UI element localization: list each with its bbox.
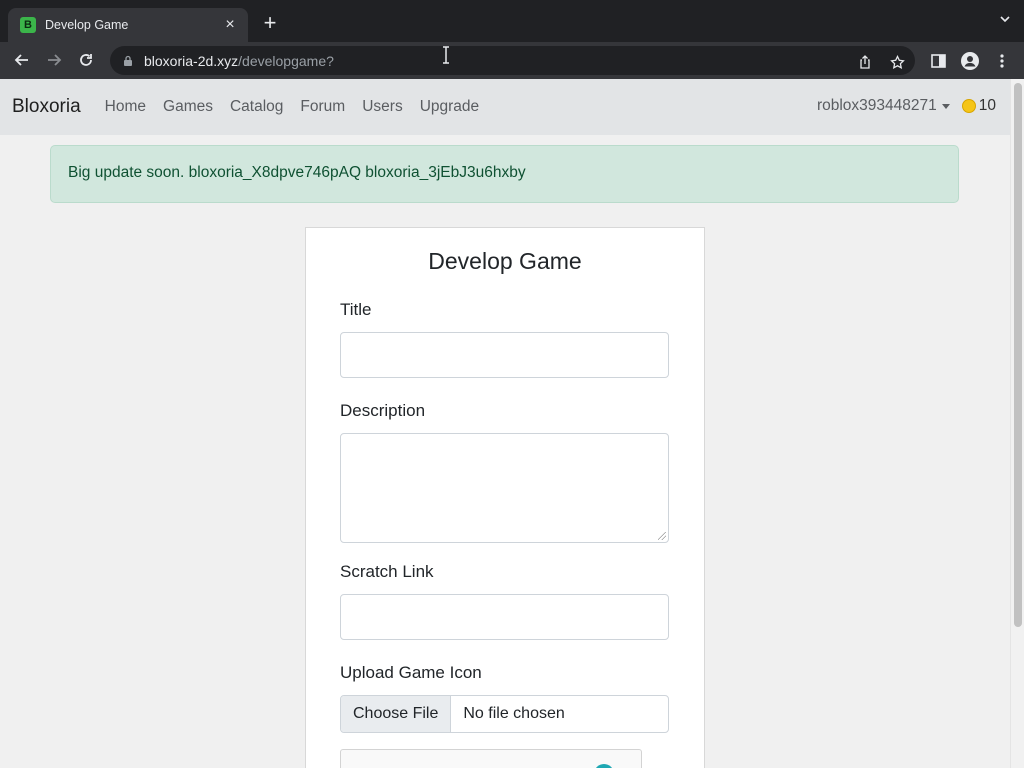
coin-icon <box>961 99 976 113</box>
caret-down-icon <box>941 103 950 109</box>
upload-icon-label: Upload Game Icon <box>340 663 482 682</box>
browser-toolbar: bloxoria-2d.xyz/developgame? <box>0 42 1024 79</box>
captcha-logo-icon <box>596 764 612 768</box>
new-tab-icon[interactable]: + <box>258 12 282 34</box>
user-menu[interactable]: roblox393448271 10 <box>817 97 996 115</box>
resize-handle-icon[interactable] <box>658 532 666 540</box>
lock-icon <box>124 55 132 66</box>
nav-link-upgrade[interactable]: Upgrade <box>420 98 479 116</box>
develop-game-form: Develop Game Title Description Scratch L… <box>305 227 705 768</box>
brand-link[interactable]: Bloxoria <box>12 96 81 118</box>
form-title: Develop Game <box>428 248 582 274</box>
share-icon[interactable] <box>856 54 874 70</box>
title-label: Title <box>340 300 372 319</box>
favicon-icon: B <box>20 17 36 33</box>
scratch-link-input[interactable] <box>340 594 669 640</box>
nav-link-home[interactable]: Home <box>105 98 146 116</box>
page-scrollbar[interactable] <box>1010 79 1024 768</box>
nav-link-catalog[interactable]: Catalog <box>230 98 283 116</box>
side-panel-icon[interactable] <box>928 51 948 71</box>
nav-link-users[interactable]: Users <box>362 98 402 116</box>
browser-tab[interactable]: B Develop Game × <box>8 8 248 42</box>
nav-link-forum[interactable]: Forum <box>300 98 345 116</box>
file-status: No file chosen <box>463 705 565 722</box>
nav-link-games[interactable]: Games <box>163 98 213 116</box>
address-bar[interactable]: bloxoria-2d.xyz/developgame? <box>110 46 915 75</box>
captcha-widget[interactable] <box>340 749 642 768</box>
description-label: Description <box>340 401 426 420</box>
url-host: bloxoria-2d.xyz <box>144 52 239 69</box>
scrollbar-thumb[interactable] <box>1014 83 1022 627</box>
forward-arrow-icon[interactable] <box>42 49 66 71</box>
star-icon[interactable] <box>888 54 906 70</box>
chevron-down-icon[interactable] <box>1000 14 1010 24</box>
alert-text: Big update soon. bloxoria_X8dpve746pAQ b… <box>68 164 526 181</box>
site-navbar: Bloxoria Home Games Catalog Forum Users … <box>0 79 1010 135</box>
description-textarea[interactable] <box>340 433 669 543</box>
announcement-alert: Big update soon. bloxoria_X8dpve746pAQ b… <box>50 145 959 203</box>
menu-dots-icon[interactable] <box>992 51 1012 71</box>
close-tab-icon[interactable]: × <box>222 16 238 34</box>
text-cursor-icon <box>443 46 449 64</box>
back-arrow-icon[interactable] <box>10 49 34 71</box>
choose-file-button[interactable]: Choose File <box>341 696 452 732</box>
profile-icon[interactable] <box>960 51 980 71</box>
reload-icon[interactable] <box>74 49 98 71</box>
username-dropdown[interactable]: roblox393448271 <box>817 97 937 115</box>
game-icon-file-input[interactable]: Choose File No file chosen <box>340 695 669 733</box>
scratch-link-label: Scratch Link <box>340 562 434 581</box>
browser-tab-bar: B Develop Game × + <box>0 0 1024 42</box>
url-path: /developgame? <box>238 52 334 69</box>
coin-balance: 10 <box>978 97 996 114</box>
tab-title: Develop Game <box>45 18 129 32</box>
title-input[interactable] <box>340 332 669 378</box>
